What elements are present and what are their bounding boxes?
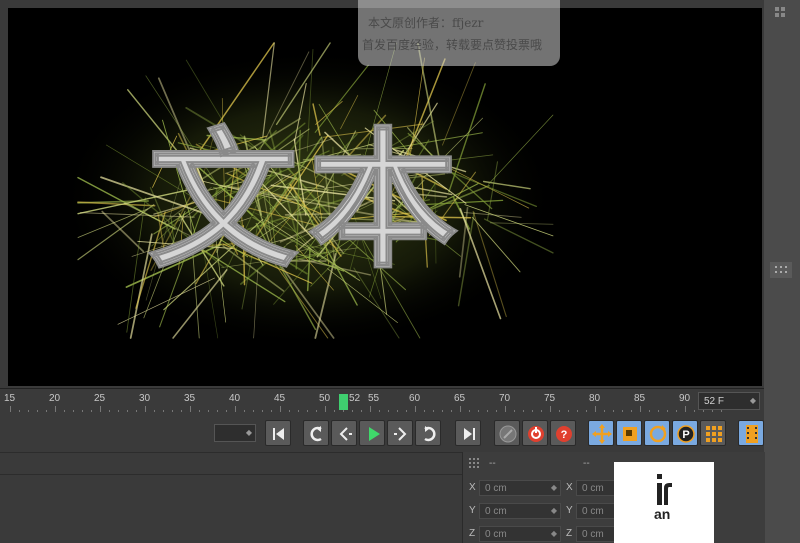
white-overlay <box>614 462 714 543</box>
timeline-tick-label: 85 <box>634 393 646 404</box>
grid-dots-icon <box>706 426 722 442</box>
coord-value: 0 cm <box>485 506 507 517</box>
coord-header-left: -- <box>489 458 496 469</box>
spinner-icon[interactable]: ◆ <box>750 396 756 405</box>
go-to-end-button[interactable] <box>455 420 481 446</box>
autokey-button[interactable]: ? <box>550 420 576 446</box>
previous-frame-button[interactable] <box>331 420 357 446</box>
end-frame-value: 52 F <box>704 396 725 407</box>
corner-grip-icon <box>775 7 785 17</box>
timeline-tick-label: 45 <box>274 393 286 404</box>
timeline-tick-label: 40 <box>229 393 241 404</box>
timeline-tick-label: 35 <box>184 393 196 404</box>
move-icon <box>592 424 612 444</box>
spinner-icon[interactable]: ◆ <box>551 483 557 492</box>
spinner-icon[interactable]: ◆ <box>551 529 557 538</box>
play-icon <box>369 427 380 441</box>
playhead[interactable] <box>339 394 348 410</box>
motion-record-icon <box>499 425 517 443</box>
timeline-tick-label: 30 <box>139 393 151 404</box>
timeline-tick-label: 70 <box>499 393 511 404</box>
transport-controls: ◆ ? P <box>0 412 764 452</box>
record-active-button[interactable] <box>522 420 548 446</box>
panel-grip-icon[interactable] <box>770 262 792 278</box>
motion-record-button[interactable] <box>494 420 520 446</box>
timeline-tick-label: 55 <box>368 393 380 404</box>
timeline-window-button[interactable] <box>738 420 764 446</box>
coord-position-field[interactable]: 0 cm ◆ <box>479 526 561 542</box>
watermark-author: 本文原创作者：ffjezr <box>368 16 484 30</box>
timeline-tick-label: 50 <box>319 393 331 404</box>
point-level-button[interactable] <box>700 420 726 446</box>
cinema4d-window: 文本 本文原创作者：ffjezr 首发百度经验，转载要点赞投票哦 15 20 25 3… <box>0 0 800 543</box>
timeline-ruler[interactable]: 15 20 25 30 35 40 45 50 55 60 65 70 75 80 85 90 52 <box>0 389 722 413</box>
svg-text:?: ? <box>561 429 568 441</box>
timeline-tick-label: 20 <box>49 393 61 404</box>
go-to-end-icon <box>464 428 475 440</box>
previous-key-button[interactable] <box>303 420 329 446</box>
watermark-note: 首发百度经验，转载要点赞投票哦 <box>362 38 543 52</box>
spinner-icon: ◆ <box>245 428 252 437</box>
coord-header-right: -- <box>583 458 590 469</box>
record-icon <box>528 426 544 442</box>
coord-value: 0 cm <box>485 529 507 540</box>
rotate-key-button[interactable] <box>644 420 670 446</box>
film-icon <box>746 425 758 443</box>
timeline-tick-label: 80 <box>589 393 601 404</box>
coord-value: 0 cm <box>582 529 604 540</box>
timeline-tick-label: 60 <box>409 393 421 404</box>
coord-value: 0 cm <box>582 483 604 494</box>
timeline-tick-label: 65 <box>454 393 466 404</box>
next-key-button[interactable] <box>415 420 441 446</box>
previous-key-icon <box>310 426 322 442</box>
render-text: 文本 <box>148 115 468 289</box>
rotate-icon <box>649 425 667 443</box>
next-frame-icon <box>394 427 407 441</box>
timeline-ruler-bar[interactable]: 15 20 25 30 35 40 45 50 55 60 65 70 75 80 85 90 52 52 F … <box>0 388 764 413</box>
coord-position-field[interactable]: 0 cm ◆ <box>479 503 561 519</box>
coord-value: 0 cm <box>582 506 604 517</box>
move-key-button[interactable] <box>588 420 614 446</box>
svg-text:P: P <box>682 429 689 441</box>
coord-axis-label: Y <box>469 505 476 516</box>
coord-position-field[interactable]: 0 cm ◆ <box>479 480 561 496</box>
param-p-icon: P <box>677 425 695 443</box>
coord-axis-label: Z <box>469 528 476 539</box>
autokey-icon: ? <box>556 426 572 442</box>
corner-text: an <box>654 506 671 522</box>
coord-axis-label: Y <box>566 505 573 516</box>
coord-axis-label: Z <box>566 528 573 539</box>
mode-dropdown[interactable]: ◆ <box>214 424 256 442</box>
scale-icon <box>623 427 637 441</box>
previous-frame-icon <box>339 427 352 441</box>
timeline-tick-label: 25 <box>94 393 106 404</box>
grip-icon <box>469 458 479 468</box>
next-key-icon <box>424 426 436 442</box>
coord-axis-label: X <box>566 482 573 493</box>
logo-mark-icon <box>657 474 672 505</box>
go-to-start-icon <box>273 428 284 440</box>
coord-value: 0 cm <box>485 483 507 494</box>
watermark: 本文原创作者：ffjezr 首发百度经验，转载要点赞投票哦 <box>358 0 560 66</box>
timeline-tick-label: 75 <box>544 393 556 404</box>
play-button[interactable] <box>359 420 385 446</box>
next-frame-button[interactable] <box>387 420 413 446</box>
go-to-start-button[interactable] <box>265 420 291 446</box>
end-frame-field[interactable]: 52 F ◆ <box>698 392 760 410</box>
scale-key-button[interactable] <box>616 420 642 446</box>
right-scroll-strip[interactable] <box>764 0 800 543</box>
spinner-icon[interactable]: ◆ <box>551 506 557 515</box>
timeline-tick-label: 90 <box>679 393 691 404</box>
param-key-button[interactable]: P <box>672 420 698 446</box>
coord-axis-label: X <box>469 482 476 493</box>
current-frame-label: 52 <box>349 393 361 404</box>
timeline-tick-label: 15 <box>4 393 16 404</box>
